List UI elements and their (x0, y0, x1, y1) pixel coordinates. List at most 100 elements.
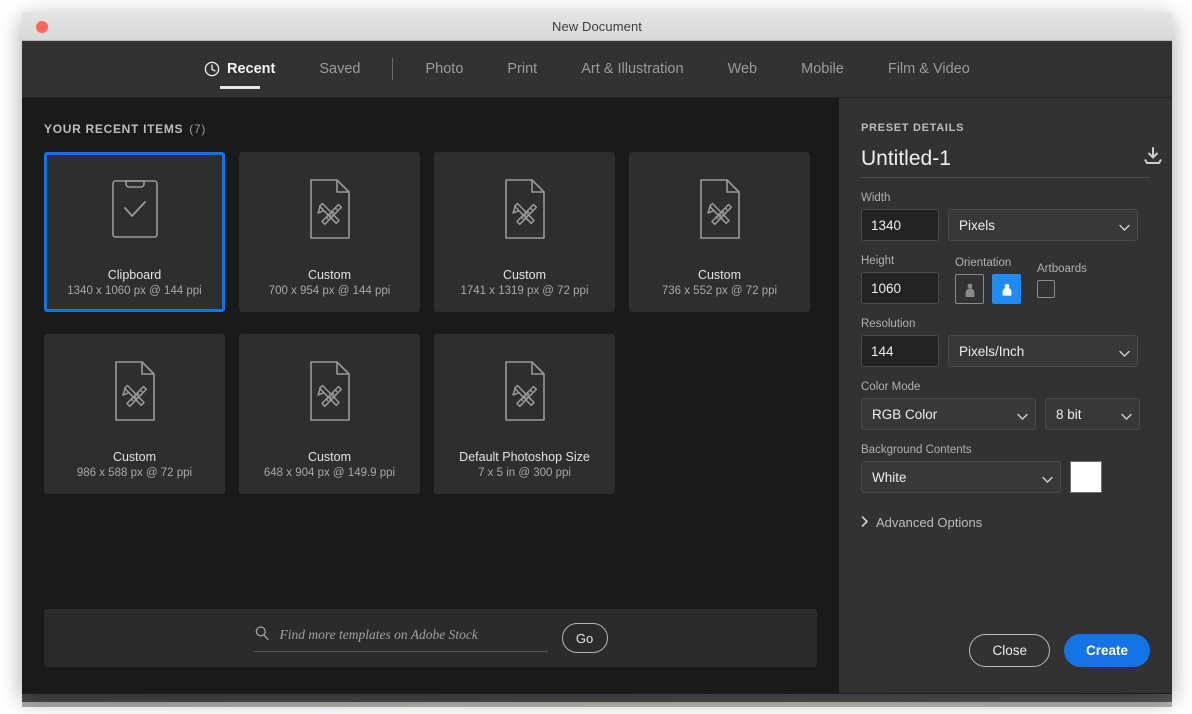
background-color-swatch[interactable] (1070, 461, 1102, 493)
tab-divider (392, 58, 394, 80)
window-title: New Document (551, 18, 643, 34)
tab-label: Print (507, 61, 538, 77)
background-contents-value: White (872, 469, 907, 485)
orientation-portrait-icon[interactable] (955, 274, 984, 304)
stock-search-field[interactable]: Find more templates on Adobe Stock (253, 625, 548, 652)
artboards-checkbox[interactable] (1037, 280, 1055, 298)
preset-card-name: Clipboard (107, 268, 162, 282)
artboards-field: Artboards (1037, 263, 1087, 304)
tab-label: Art & Illustration (581, 61, 684, 77)
stock-search-placeholder: Find more templates on Adobe Stock (279, 627, 478, 642)
background-contents-select[interactable]: White (861, 461, 1061, 493)
height-label: Height (861, 255, 895, 267)
width-group: Width Pixels (861, 192, 1150, 241)
orientation-landscape-icon[interactable] (992, 274, 1021, 304)
color-mode-label: Color Mode (861, 381, 921, 393)
preset-card-custom-2[interactable]: Custom 1741 x 1319 px @ 72 ppi (434, 152, 615, 312)
tab-label: Recent (227, 61, 276, 77)
preset-card-custom-4[interactable]: Custom 986 x 588 px @ 72 ppi (44, 334, 225, 494)
tab-mobile[interactable]: Mobile (779, 41, 866, 97)
resolution-unit-value: Pixels/Inch (959, 343, 1025, 359)
tab-active-underline (219, 86, 260, 89)
preset-card-custom-5[interactable]: Custom 648 x 904 px @ 149.9 ppi (239, 334, 420, 494)
window-titlebar: New Document (22, 12, 1172, 41)
preset-thumbnail (437, 337, 612, 450)
resolution-label: Resolution (861, 318, 916, 330)
height-orientation-group: Height Orientation (861, 255, 1150, 304)
resolution-input[interactable] (861, 335, 939, 367)
width-label: Width (861, 192, 891, 204)
recent-items-heading-label: YOUR RECENT ITEMS (44, 122, 184, 136)
preset-thumbnail (437, 155, 612, 268)
advanced-options-toggle[interactable]: Advanced Options (861, 515, 1150, 530)
preset-card-default-photoshop-size[interactable]: Default Photoshop Size 7 x 5 in @ 300 pp… (434, 334, 615, 494)
preset-thumbnail (632, 155, 807, 268)
preset-thumbnail (47, 155, 222, 268)
preset-card-custom-1[interactable]: Custom 700 x 954 px @ 144 ppi (239, 152, 420, 312)
document-pencil-ruler-icon (302, 175, 358, 248)
document-pencil-ruler-icon (497, 357, 553, 430)
search-icon (254, 625, 270, 646)
preset-thumbnail (47, 337, 222, 450)
preset-card-name: Custom (307, 268, 352, 282)
adobe-stock-search-bar: Find more templates on Adobe Stock Go (44, 609, 817, 667)
chevron-down-icon (1121, 409, 1132, 420)
width-input[interactable] (861, 209, 939, 241)
preset-card-custom-3[interactable]: Custom 736 x 552 px @ 72 ppi (629, 152, 810, 312)
tab-label: Web (727, 61, 758, 77)
color-mode-select[interactable]: RGB Color (861, 398, 1036, 430)
preset-card-name: Custom (502, 268, 547, 282)
tab-photo[interactable]: Photo (403, 41, 485, 97)
orientation-label: Orientation (955, 257, 1012, 269)
document-pencil-ruler-icon (692, 175, 748, 248)
preset-card-clipboard[interactable]: Clipboard 1340 x 1060 px @ 144 ppi (44, 152, 225, 312)
orientation-field: Orientation (955, 257, 1021, 304)
color-depth-value: 8 bit (1056, 406, 1082, 422)
color-depth-select[interactable]: 8 bit (1045, 398, 1140, 430)
preset-card-meta: 736 x 552 px @ 72 ppi (661, 285, 778, 297)
tab-print[interactable]: Print (485, 41, 559, 97)
tab-label: Film & Video (887, 61, 970, 77)
color-mode-group: Color Mode RGB Color 8 bit (861, 381, 1150, 430)
document-name-input[interactable] (861, 147, 1132, 171)
tab-recent[interactable]: Recent (182, 41, 297, 97)
resolution-unit-select[interactable]: Pixels/Inch (948, 335, 1138, 367)
advanced-options-label: Advanced Options (876, 515, 983, 530)
preset-thumbnail (242, 337, 417, 450)
preset-card-meta: 986 x 588 px @ 72 ppi (76, 467, 193, 479)
close-button[interactable]: Close (969, 634, 1050, 667)
background-window-sliver-2 (22, 702, 1172, 707)
recent-items-count: (7) (189, 122, 207, 136)
clipboard-check-icon (107, 175, 163, 248)
close-window-button[interactable] (36, 21, 48, 33)
width-unit-value: Pixels (959, 217, 996, 233)
stock-search-go-button[interactable]: Go (561, 623, 608, 653)
save-preset-icon[interactable] (1142, 146, 1164, 171)
preset-card-name: Default Photoshop Size (459, 450, 590, 464)
tab-art-and-illustration[interactable]: Art & Illustration (559, 41, 705, 97)
document-pencil-ruler-icon (497, 175, 553, 248)
preset-card-name: Custom (697, 268, 742, 282)
background-contents-label: Background Contents (861, 444, 972, 456)
tab-film-and-video[interactable]: Film & Video (866, 41, 992, 97)
document-name-row (861, 146, 1162, 178)
chevron-right-icon (861, 515, 869, 530)
document-pencil-ruler-icon (302, 357, 358, 430)
height-field: Height (861, 255, 939, 304)
preset-card-meta: 1340 x 1060 px @ 144 ppi (67, 285, 202, 297)
tab-saved[interactable]: Saved (297, 41, 382, 97)
preset-card-name: Custom (112, 450, 157, 464)
width-unit-select[interactable]: Pixels (948, 209, 1138, 241)
color-mode-value: RGB Color (872, 406, 938, 422)
category-tabbar: Recent Saved Photo Print Art & Illustrat… (22, 41, 1172, 98)
create-button[interactable]: Create (1063, 634, 1150, 667)
chevron-down-icon (1042, 472, 1053, 483)
preset-card-grid: Clipboard 1340 x 1060 px @ 144 ppi Custo… (44, 152, 817, 494)
background-contents-group: Background Contents White (861, 444, 1150, 493)
height-input[interactable] (861, 272, 939, 304)
tab-label: Saved (319, 61, 361, 77)
preset-card-meta: 7 x 5 in @ 300 ppi (478, 467, 571, 479)
preset-thumbnail (242, 155, 417, 268)
preset-details-heading: PRESET DETAILS (861, 122, 965, 134)
tab-web[interactable]: Web (706, 41, 780, 97)
